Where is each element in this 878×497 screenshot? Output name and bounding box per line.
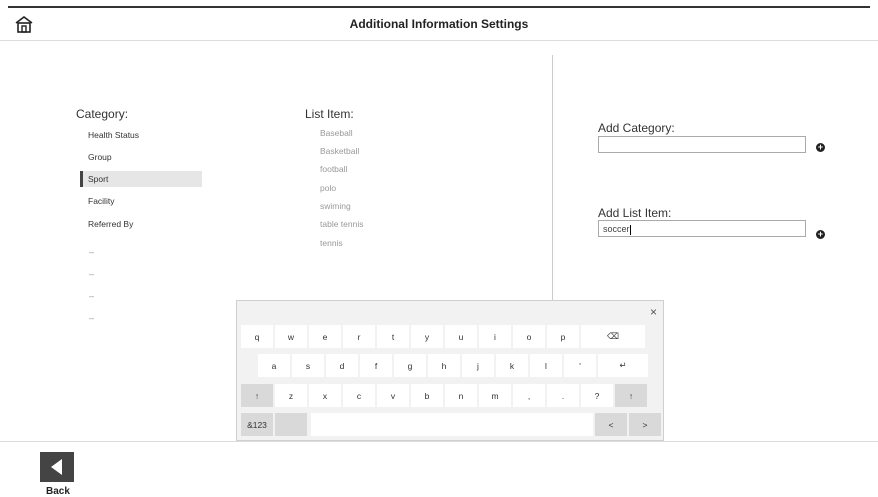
key-a[interactable]: a xyxy=(258,354,290,377)
category-empty-slot[interactable]: – xyxy=(89,313,94,323)
key-.[interactable]: . xyxy=(547,384,579,407)
key-b[interactable]: b xyxy=(411,384,443,407)
key-z[interactable]: z xyxy=(275,384,307,407)
key-f[interactable]: f xyxy=(360,354,392,377)
category-empty-slot[interactable]: – xyxy=(89,269,94,279)
top-strip xyxy=(0,0,878,8)
list-item[interactable]: tennis xyxy=(320,238,343,248)
key-j[interactable]: j xyxy=(462,354,494,377)
category-item-group[interactable]: Group xyxy=(80,149,202,165)
back-arrow-icon xyxy=(51,459,62,475)
key-t[interactable]: t xyxy=(377,325,409,348)
add-list-item-label: Add List Item: xyxy=(598,206,672,220)
key-m[interactable]: m xyxy=(479,384,511,407)
key-l[interactable]: l xyxy=(530,354,562,377)
space-key[interactable] xyxy=(311,413,593,436)
list-item-label: List Item: xyxy=(305,107,354,121)
cursor-right-key[interactable]: > xyxy=(629,413,661,436)
list-item[interactable]: football xyxy=(320,164,347,174)
key-p[interactable]: p xyxy=(547,325,579,348)
list-item[interactable]: swiming xyxy=(320,201,351,211)
category-item-facility[interactable]: Facility xyxy=(80,193,202,209)
list-item[interactable]: polo xyxy=(320,183,336,193)
add-category-plus-icon[interactable]: + xyxy=(816,143,825,152)
key-e[interactable]: e xyxy=(309,325,341,348)
back-label: Back xyxy=(46,486,70,497)
enter-key[interactable]: ↵ xyxy=(598,354,648,377)
category-empty-slot[interactable]: – xyxy=(89,291,94,301)
category-empty-slot[interactable]: – xyxy=(89,247,94,257)
key-k[interactable]: k xyxy=(496,354,528,377)
text-caret xyxy=(629,224,631,235)
backspace-key[interactable]: ⌫ xyxy=(581,325,645,348)
add-list-item-plus-icon[interactable]: + xyxy=(816,230,825,239)
category-item-health-status[interactable]: Health Status xyxy=(80,127,202,143)
page-title: Additional Information Settings xyxy=(349,17,529,31)
footer-bar: Back xyxy=(0,441,878,497)
add-list-item-value: soccer xyxy=(603,224,630,234)
add-list-item-input[interactable]: soccer xyxy=(598,220,806,237)
cursor-left-key[interactable]: < xyxy=(595,413,627,436)
key-?[interactable]: ? xyxy=(581,384,613,407)
key-x[interactable]: x xyxy=(309,384,341,407)
key-d[interactable]: d xyxy=(326,354,358,377)
emoji-key[interactable] xyxy=(275,413,307,436)
key-r[interactable]: r xyxy=(343,325,375,348)
key-s[interactable]: s xyxy=(292,354,324,377)
category-label: Category: xyxy=(76,107,129,121)
category-item-sport[interactable]: Sport xyxy=(80,171,202,187)
shift-key[interactable]: ↑ xyxy=(241,384,273,407)
key-i[interactable]: i xyxy=(479,325,511,348)
add-category-input[interactable] xyxy=(598,136,806,153)
key-v[interactable]: v xyxy=(377,384,409,407)
key-u[interactable]: u xyxy=(445,325,477,348)
list-item[interactable]: Baseball xyxy=(320,128,353,138)
category-item-referred-by[interactable]: Referred By xyxy=(80,216,202,232)
key-w[interactable]: w xyxy=(275,325,307,348)
key-y[interactable]: y xyxy=(411,325,443,348)
key-o[interactable]: o xyxy=(513,325,545,348)
list-item[interactable]: Basketball xyxy=(320,146,359,156)
keyboard-close-icon[interactable]: × xyxy=(650,305,657,319)
back-button[interactable] xyxy=(40,452,74,482)
key-h[interactable]: h xyxy=(428,354,460,377)
key-n[interactable]: n xyxy=(445,384,477,407)
key-g[interactable]: g xyxy=(394,354,426,377)
header-bar: Additional Information Settings xyxy=(0,8,878,41)
key-,[interactable]: , xyxy=(513,384,545,407)
key-c[interactable]: c xyxy=(343,384,375,407)
key-'[interactable]: ' xyxy=(564,354,596,377)
shift-key[interactable]: ↑ xyxy=(615,384,647,407)
key-q[interactable]: q xyxy=(241,325,273,348)
add-category-label: Add Category: xyxy=(598,121,675,135)
on-screen-keyboard: × q w e r t y u i o p ⌫ a s d f g h j k l ' ↵ ↑ z x c v b n m,.? ↑ &123… xyxy=(236,300,664,441)
list-item[interactable]: table tennis xyxy=(320,219,363,229)
column-divider xyxy=(552,55,553,300)
symbols-key[interactable]: &123 xyxy=(241,413,273,436)
